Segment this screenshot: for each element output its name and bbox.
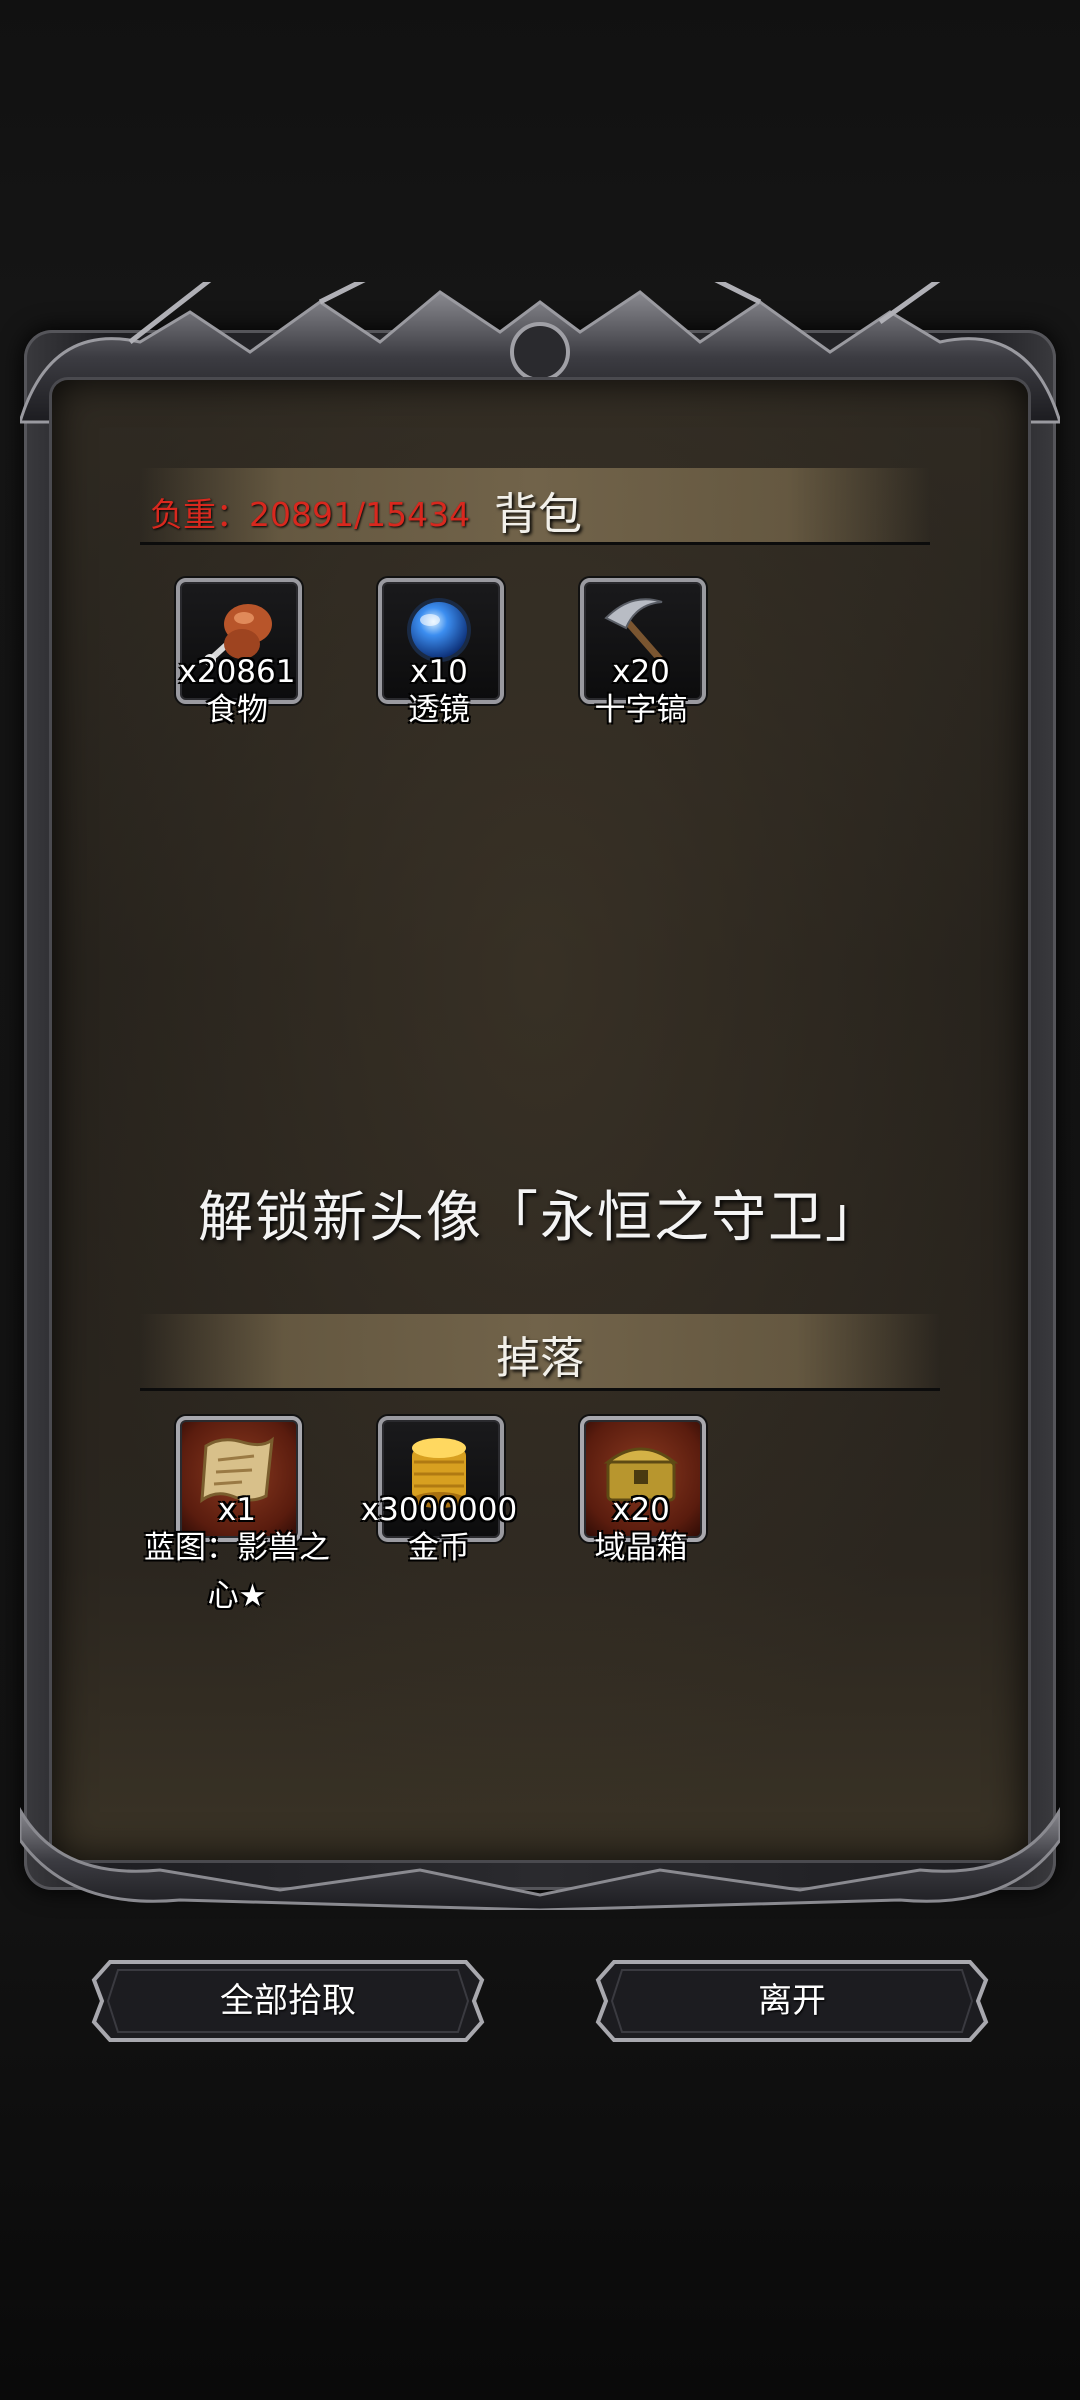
unlock-avatar-message: 解锁新头像「永恒之守卫」 xyxy=(197,1185,882,1249)
loot-screen: 负重：20891/15434 背包 x20861 食物 x10 透镜 x20 十… xyxy=(0,0,1080,2400)
item-name: 蓝图：影兽之心★ xyxy=(144,1530,330,1614)
drop-item-blueprint[interactable]: x1 蓝图：影兽之心★ xyxy=(144,1412,330,1614)
drops-title: 掉落 xyxy=(496,1333,584,1384)
backpack-item-lens[interactable]: x10 透镜 xyxy=(374,574,504,728)
leave-button[interactable]: 离开 xyxy=(592,1956,992,2046)
item-name: 金币 xyxy=(408,1530,470,1566)
item-quantity: x3000000 xyxy=(360,1492,518,1528)
weight-indicator: 负重：20891/15434 xyxy=(150,495,471,534)
item-quantity: x10 xyxy=(410,654,468,690)
backpack-item-food[interactable]: x20861 食物 xyxy=(172,574,302,728)
item-quantity: x20861 xyxy=(178,654,296,690)
backpack-item-pickaxe[interactable]: x20 十字镐 xyxy=(576,574,706,728)
leave-label: 离开 xyxy=(758,1981,826,2021)
item-quantity: x20 xyxy=(612,654,670,690)
item-name: 透镜 xyxy=(408,692,470,728)
drop-item-crystal-chest[interactable]: x20 域晶箱 xyxy=(576,1412,706,1566)
frame-base-ornament xyxy=(20,1806,1060,1910)
backpack-title: 背包 xyxy=(494,489,582,540)
item-quantity: x20 xyxy=(612,1492,670,1528)
item-name: 十字镐 xyxy=(594,692,688,728)
pick-all-label: 全部拾取 xyxy=(220,1981,356,2021)
item-name: 域晶箱 xyxy=(594,1530,688,1566)
drop-item-gold[interactable]: x3000000 金币 xyxy=(361,1412,517,1566)
item-quantity: x1 xyxy=(217,1492,257,1528)
pick-all-button[interactable]: 全部拾取 xyxy=(88,1956,488,2046)
item-name: 食物 xyxy=(206,692,268,728)
